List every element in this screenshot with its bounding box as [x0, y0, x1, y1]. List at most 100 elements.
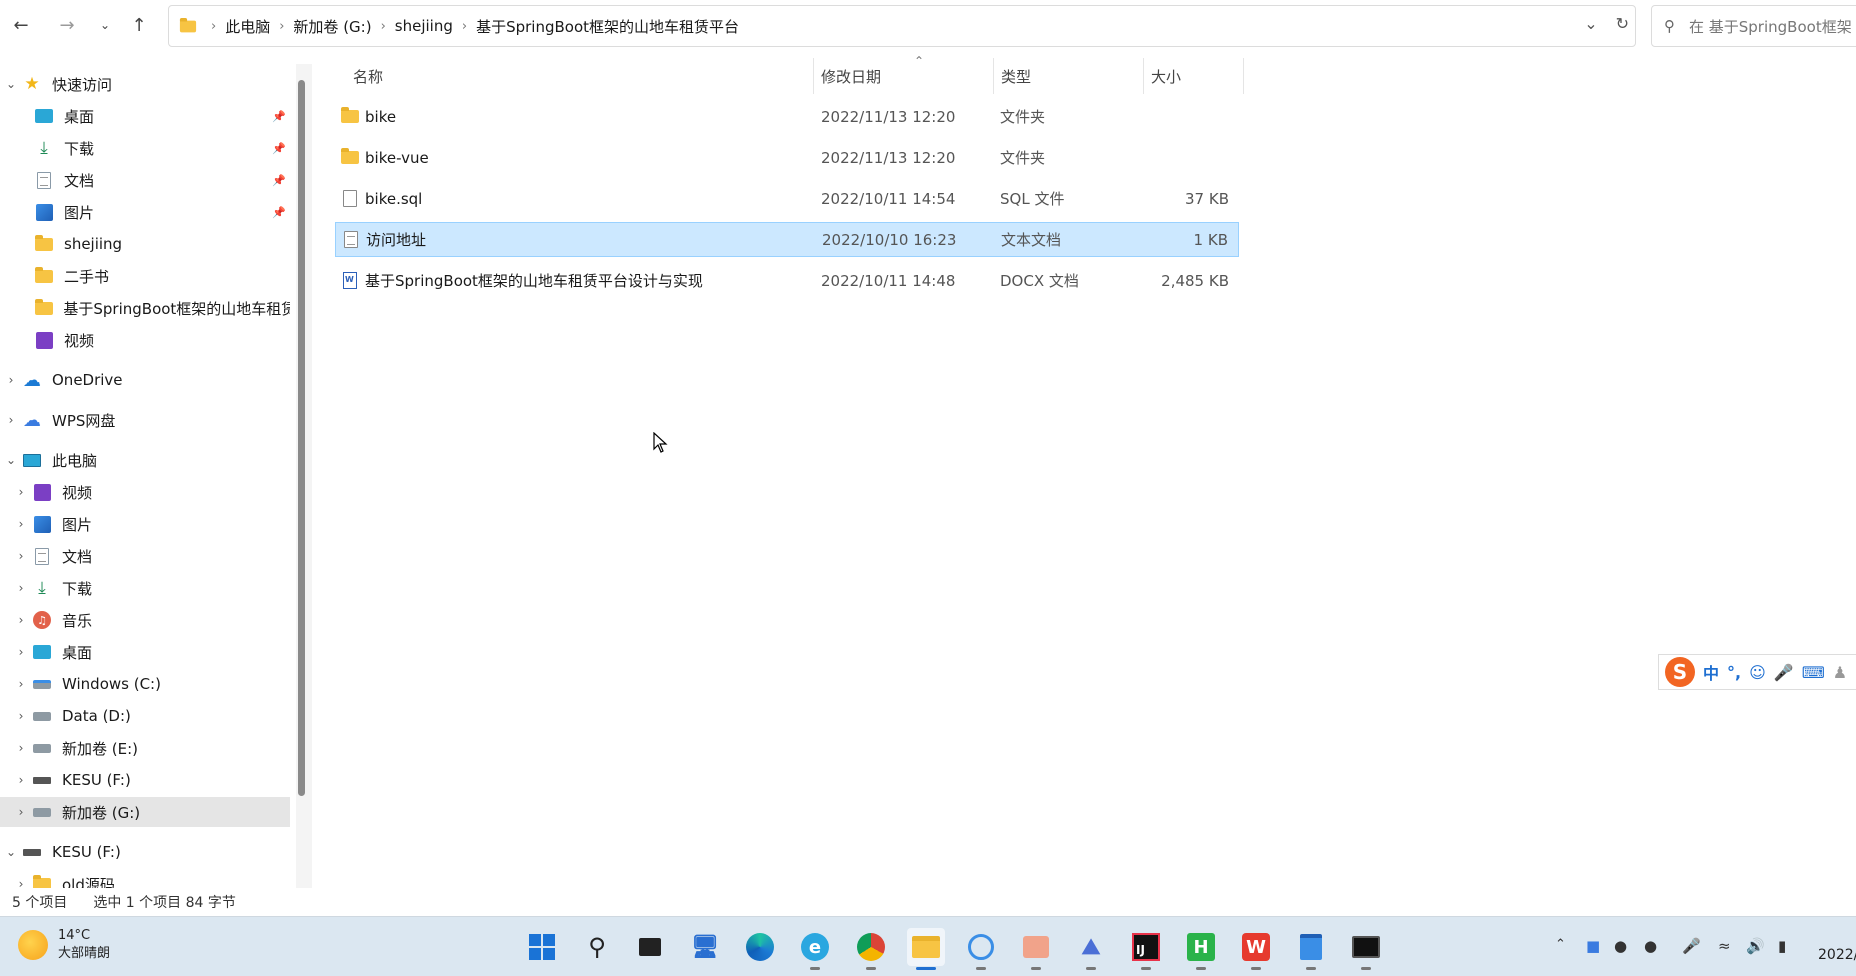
sidebar-item-drive-d[interactable]: › Data (D:): [0, 701, 290, 731]
chevron-right-icon[interactable]: ›: [10, 517, 32, 531]
sidebar-item-quick-access[interactable]: ⌄ ★ 快速访问: [0, 69, 290, 99]
battery-icon[interactable]: ▮: [1778, 937, 1786, 955]
sidebar-item-drive-c[interactable]: › Windows (C:): [0, 669, 290, 699]
taskbar-app-notepad[interactable]: [1292, 928, 1330, 970]
column-header-name[interactable]: 名称: [353, 66, 383, 87]
tray-app-icon[interactable]: ■: [1586, 937, 1600, 955]
chevron-right-icon[interactable]: ›: [10, 485, 32, 499]
sidebar-item-old-source[interactable]: › old源码: [0, 869, 290, 888]
qq-icon[interactable]: ●: [1614, 937, 1627, 955]
taskbar-app-intellij[interactable]: IJ: [1127, 928, 1165, 970]
chevron-right-icon[interactable]: ›: [10, 613, 32, 627]
punctuation-icon[interactable]: °,: [1727, 663, 1741, 682]
sidebar-item-drive-g[interactable]: › 新加卷 (G:): [0, 797, 290, 827]
ime-mode-label[interactable]: 中: [1703, 660, 1719, 684]
chevron-right-icon[interactable]: ›: [10, 549, 32, 563]
sidebar-item-pc-music[interactable]: › ♫ 音乐: [0, 605, 290, 635]
wifi-icon[interactable]: ≈: [1718, 937, 1731, 955]
sidebar-item-shejiing[interactable]: shejiing: [0, 229, 290, 259]
chevron-right-icon[interactable]: ›: [10, 877, 32, 888]
chevron-right-icon[interactable]: ›: [10, 709, 32, 723]
sidebar-item-springboot-folder[interactable]: 基于SpringBoot框架的山地车租赁: [0, 293, 290, 323]
file-row-design-docx[interactable]: 基于SpringBoot框架的山地车租赁平台设计与实现 2022/10/11 1…: [335, 263, 1239, 298]
pin-icon[interactable]: 📌: [272, 110, 286, 123]
keyboard-icon[interactable]: ⌨: [1802, 663, 1825, 682]
taskbar-app-file-explorer[interactable]: [907, 928, 945, 970]
weather-widget[interactable]: 14°C 大部晴朗: [18, 927, 110, 963]
sidebar-item-pc-downloads[interactable]: › ⤓ 下载: [0, 573, 290, 603]
user-icon[interactable]: ♟: [1833, 663, 1847, 682]
up-button[interactable]: ↑: [124, 10, 154, 40]
sidebar-item-pictures[interactable]: 图片 📌: [0, 197, 290, 227]
show-hidden-icons-chevron-icon[interactable]: ⌃: [1555, 937, 1566, 952]
sidebar-item-pc-pictures[interactable]: › 图片: [0, 509, 290, 539]
recent-locations-button[interactable]: ⌄: [90, 10, 120, 40]
pin-icon[interactable]: 📌: [272, 174, 286, 187]
forward-button[interactable]: →: [52, 10, 82, 40]
back-button[interactable]: ←: [6, 10, 36, 40]
chevron-right-icon[interactable]: ›: [10, 581, 32, 595]
sidebar-item-downloads[interactable]: ⤓ 下载 📌: [0, 133, 290, 163]
sidebar-item-this-pc[interactable]: ⌄ 此电脑: [0, 445, 290, 475]
taskbar-app-ie[interactable]: e: [796, 928, 834, 970]
taskbar-app-presentation[interactable]: [1017, 928, 1055, 970]
breadcrumb-current-folder[interactable]: 基于SpringBoot框架的山地车租赁平台: [476, 16, 739, 37]
chevron-right-icon[interactable]: ›: [10, 645, 32, 659]
column-divider[interactable]: [993, 58, 994, 94]
search-box[interactable]: ⚲ 在 基于SpringBoot框架: [1651, 5, 1856, 47]
ime-toolbar[interactable]: S 中 °, ☺ 🎤 ⌨ ♟: [1658, 654, 1856, 690]
sidebar-scrollbar-thumb[interactable]: [298, 80, 305, 796]
sidebar-item-desktop[interactable]: 桌面 📌: [0, 101, 290, 131]
breadcrumb-this-pc[interactable]: 此电脑: [225, 16, 270, 37]
taskbar-app-wps[interactable]: W: [1237, 928, 1275, 970]
column-header-type[interactable]: 类型: [1001, 66, 1031, 87]
chevron-right-icon[interactable]: ›: [10, 773, 32, 787]
sidebar-item-drive-f[interactable]: › KESU (F:): [0, 765, 290, 795]
address-bar[interactable]: › 此电脑 › 新加卷 (G:) › shejiing › 基于SpringBo…: [168, 5, 1636, 47]
chevron-down-icon[interactable]: ⌄: [0, 453, 22, 467]
emoji-icon[interactable]: ☺: [1749, 663, 1766, 682]
column-divider[interactable]: [1243, 58, 1244, 94]
chevron-down-icon[interactable]: ⌄: [0, 77, 22, 91]
taskbar-app-chrome[interactable]: [852, 928, 890, 970]
refresh-icon[interactable]: ↻: [1616, 14, 1629, 33]
file-row-bike-vue[interactable]: bike-vue 2022/11/13 12:20 文件夹: [335, 140, 1239, 175]
taskbar-app-gallery[interactable]: ⛰: [1072, 928, 1110, 970]
taskbar-app-edge[interactable]: [741, 928, 779, 966]
sidebar-item-pc-documents[interactable]: › 文档: [0, 541, 290, 571]
taskbar-app-hbuilder[interactable]: H: [1182, 928, 1220, 970]
sidebar-item-videos[interactable]: 视频: [0, 325, 290, 355]
volume-icon[interactable]: 🔊: [1746, 937, 1765, 955]
chevron-right-icon[interactable]: ›: [10, 741, 32, 755]
microphone-icon[interactable]: 🎤: [1774, 663, 1794, 682]
address-history-chevron-icon[interactable]: ⌄: [1584, 14, 1597, 33]
breadcrumb-drive-g[interactable]: 新加卷 (G:): [293, 16, 371, 37]
column-header-date[interactable]: 修改日期: [821, 66, 881, 87]
task-view-button[interactable]: [631, 928, 669, 966]
taskbar-app-terminal[interactable]: [1347, 928, 1385, 970]
chevron-right-icon[interactable]: ›: [0, 413, 22, 427]
file-row-bike[interactable]: bike 2022/11/13 12:20 文件夹: [335, 99, 1239, 134]
sidebar-item-pc-desktop[interactable]: › 桌面: [0, 637, 290, 667]
sidebar-item-pc-videos[interactable]: › 视频: [0, 477, 290, 507]
sidebar-item-wps-cloud[interactable]: › ☁ WPS网盘: [0, 405, 290, 435]
file-row-access-address[interactable]: 访问地址 2022/10/10 16:23 文本文档 1 KB: [335, 222, 1239, 257]
qq-icon[interactable]: ●: [1644, 937, 1657, 955]
sidebar-item-documents[interactable]: 文档 📌: [0, 165, 290, 195]
taskbar-search-button[interactable]: ⚲: [578, 928, 616, 966]
microphone-icon[interactable]: 🎤: [1682, 937, 1701, 955]
sidebar-item-onedrive[interactable]: › ☁ OneDrive: [0, 365, 290, 395]
taskbar-app-network-tool[interactable]: 🖥: [686, 928, 724, 966]
column-divider[interactable]: [1143, 58, 1144, 94]
chevron-right-icon[interactable]: ›: [10, 805, 32, 819]
sogou-logo-icon[interactable]: S: [1665, 657, 1695, 687]
taskbar-app-photos[interactable]: [962, 928, 1000, 970]
pin-icon[interactable]: 📌: [272, 206, 286, 219]
sidebar-item-drive-e[interactable]: › 新加卷 (E:): [0, 733, 290, 763]
file-row-bike-sql[interactable]: bike.sql 2022/10/11 14:54 SQL 文件 37 KB: [335, 181, 1239, 216]
sidebar-item-secondhand-books[interactable]: 二手书: [0, 261, 290, 291]
clock-date[interactable]: 2022/: [1818, 947, 1856, 963]
chevron-right-icon[interactable]: ›: [0, 373, 22, 387]
chevron-down-icon[interactable]: ⌄: [0, 845, 22, 859]
sidebar-item-kesu[interactable]: ⌄ KESU (F:): [0, 837, 290, 867]
